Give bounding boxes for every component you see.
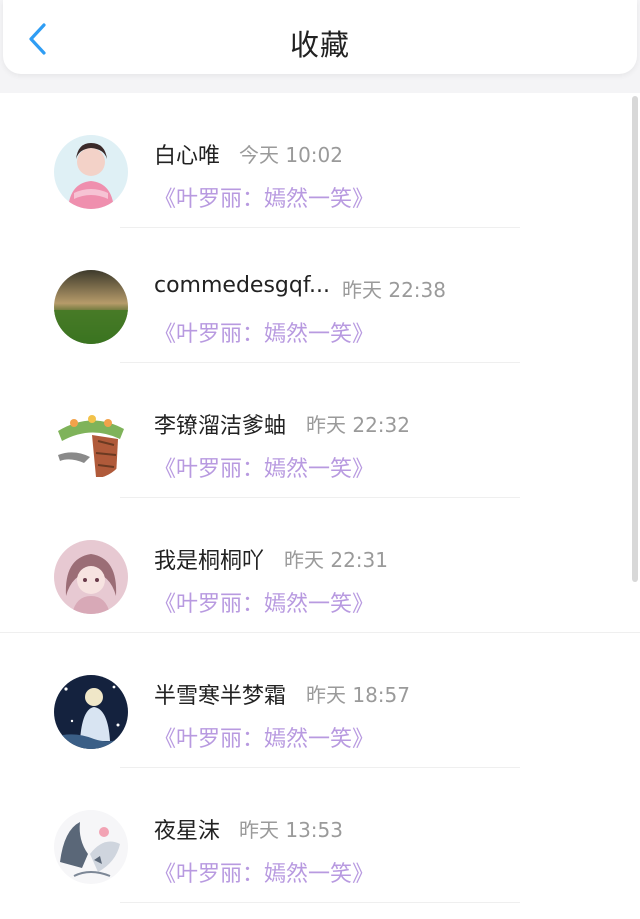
list-item[interactable]: 我是桐桐吖 昨天 22:31 《叶罗丽：嫣然一笑》 [0, 498, 640, 633]
timestamp: 昨天 18:57 [306, 683, 410, 707]
page-title: 收藏 [289, 28, 350, 62]
list-item[interactable]: 夜星沫 昨天 13:53 《叶罗丽：嫣然一笑》 [0, 768, 640, 903]
user-name: 我是桐桐吖 [154, 549, 265, 574]
book-title-link[interactable]: 《叶罗丽：嫣然一笑》 [154, 586, 374, 618]
book-title-link[interactable]: 《叶罗丽：嫣然一笑》 [154, 721, 374, 753]
avatar[interactable] [54, 810, 128, 884]
timestamp: 昨天 22:38 [342, 278, 446, 302]
top-bar: 收藏 [0, 0, 640, 93]
list-item[interactable]: 李镣溜洁爹蚰 昨天 22:32 《叶罗丽：嫣然一笑》 [0, 363, 640, 498]
timestamp: 昨天 22:32 [306, 413, 410, 437]
user-name: 李镣溜洁爹蚰 [154, 414, 287, 439]
timestamp: 今天 10:02 [239, 143, 343, 167]
book-title-link[interactable]: 《叶罗丽：嫣然一笑》 [154, 316, 374, 348]
user-name: 夜星沫 [154, 819, 221, 844]
avatar[interactable] [54, 135, 128, 209]
book-title-link[interactable]: 《叶罗丽：嫣然一笑》 [154, 181, 374, 213]
avatar[interactable] [54, 270, 128, 344]
timestamp: 昨天 22:31 [284, 548, 388, 572]
list-item[interactable]: 半雪寒半梦霜 昨天 18:57 《叶罗丽：嫣然一笑》 [0, 633, 640, 768]
user-name: 白心唯 [154, 144, 221, 169]
list-item[interactable]: commedesgqf... 昨天 22:38 《叶罗丽：嫣然一笑》 [0, 228, 640, 363]
book-title-link[interactable]: 《叶罗丽：嫣然一笑》 [154, 856, 374, 888]
favorites-page: 收藏 白心唯 今天 10:02 《叶罗丽：嫣然一笑》 commedesgqf..… [0, 0, 640, 919]
user-name: 半雪寒半梦霜 [154, 684, 287, 709]
avatar[interactable] [54, 540, 128, 614]
avatar[interactable] [54, 675, 128, 749]
timestamp: 昨天 13:53 [239, 818, 343, 842]
book-title-link[interactable]: 《叶罗丽：嫣然一笑》 [154, 451, 374, 483]
header: 收藏 [3, 0, 637, 74]
divider [120, 902, 520, 903]
user-name: commedesgqf... [154, 273, 330, 298]
avatar[interactable] [54, 405, 128, 479]
scrollbar[interactable] [632, 96, 638, 582]
list-item[interactable]: 白心唯 今天 10:02 《叶罗丽：嫣然一笑》 [0, 93, 640, 228]
